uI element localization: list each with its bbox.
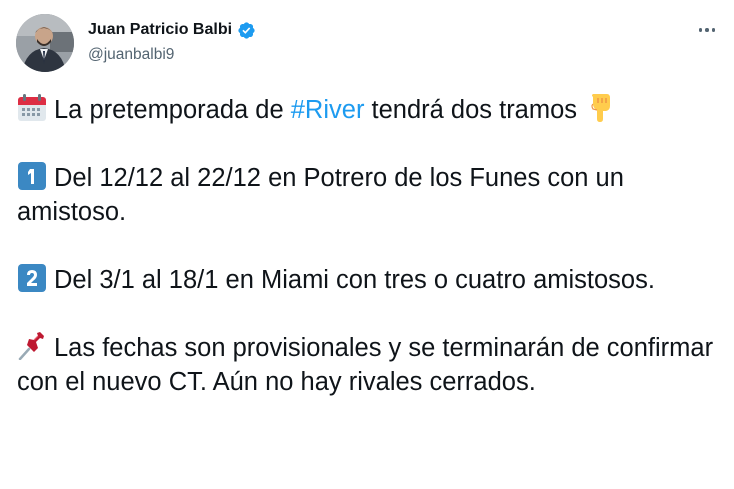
tweet-card: Juan Patricio Balbi @juanbalbi9 La prete… — [0, 0, 734, 489]
paragraph-1-text-end: tendrá dos tramos — [364, 96, 578, 124]
handle[interactable]: @juanbalbi9 — [88, 45, 256, 65]
more-options-button[interactable] — [694, 20, 720, 40]
pushpin-icon — [17, 332, 47, 360]
calendar-icon — [17, 94, 47, 122]
paragraph-1-text: La pretemporada de — [54, 96, 291, 124]
verified-badge-icon — [237, 21, 256, 40]
author-block: Juan Patricio Balbi @juanbalbi9 — [88, 18, 256, 65]
tweet-paragraph-4: Las fechas son provisionales y se termin… — [17, 331, 717, 399]
tweet-text: La pretemporada de #River tendrá dos tra… — [17, 93, 717, 433]
avatar-photo — [16, 14, 74, 72]
paragraph-3-text: Del 3/1 al 18/1 en Miami con tres o cuat… — [54, 266, 655, 294]
paragraph-2-text: Del 12/12 al 22/12 en Potrero de los Fun… — [17, 164, 624, 226]
backhand-index-pointing-down-icon — [585, 94, 615, 122]
keycap-2-icon — [17, 264, 47, 292]
name-row: Juan Patricio Balbi — [88, 18, 256, 42]
more-dot — [705, 28, 709, 32]
display-name[interactable]: Juan Patricio Balbi — [88, 20, 232, 40]
more-dot — [711, 28, 716, 32]
more-horizontal-icon — [698, 28, 703, 32]
hashtag-river-link[interactable]: #River — [291, 96, 365, 124]
tweet-paragraph-2: Del 12/12 al 22/12 en Potrero de los Fun… — [17, 161, 717, 229]
keycap-1-icon — [17, 162, 47, 190]
tweet-paragraph-3: Del 3/1 al 18/1 en Miami con tres o cuat… — [17, 263, 717, 297]
paragraph-4-text: Las fechas son provisionales y se termin… — [17, 334, 714, 396]
avatar[interactable] — [16, 14, 74, 72]
tweet-paragraph-1: La pretemporada de #River tendrá dos tra… — [17, 93, 717, 127]
